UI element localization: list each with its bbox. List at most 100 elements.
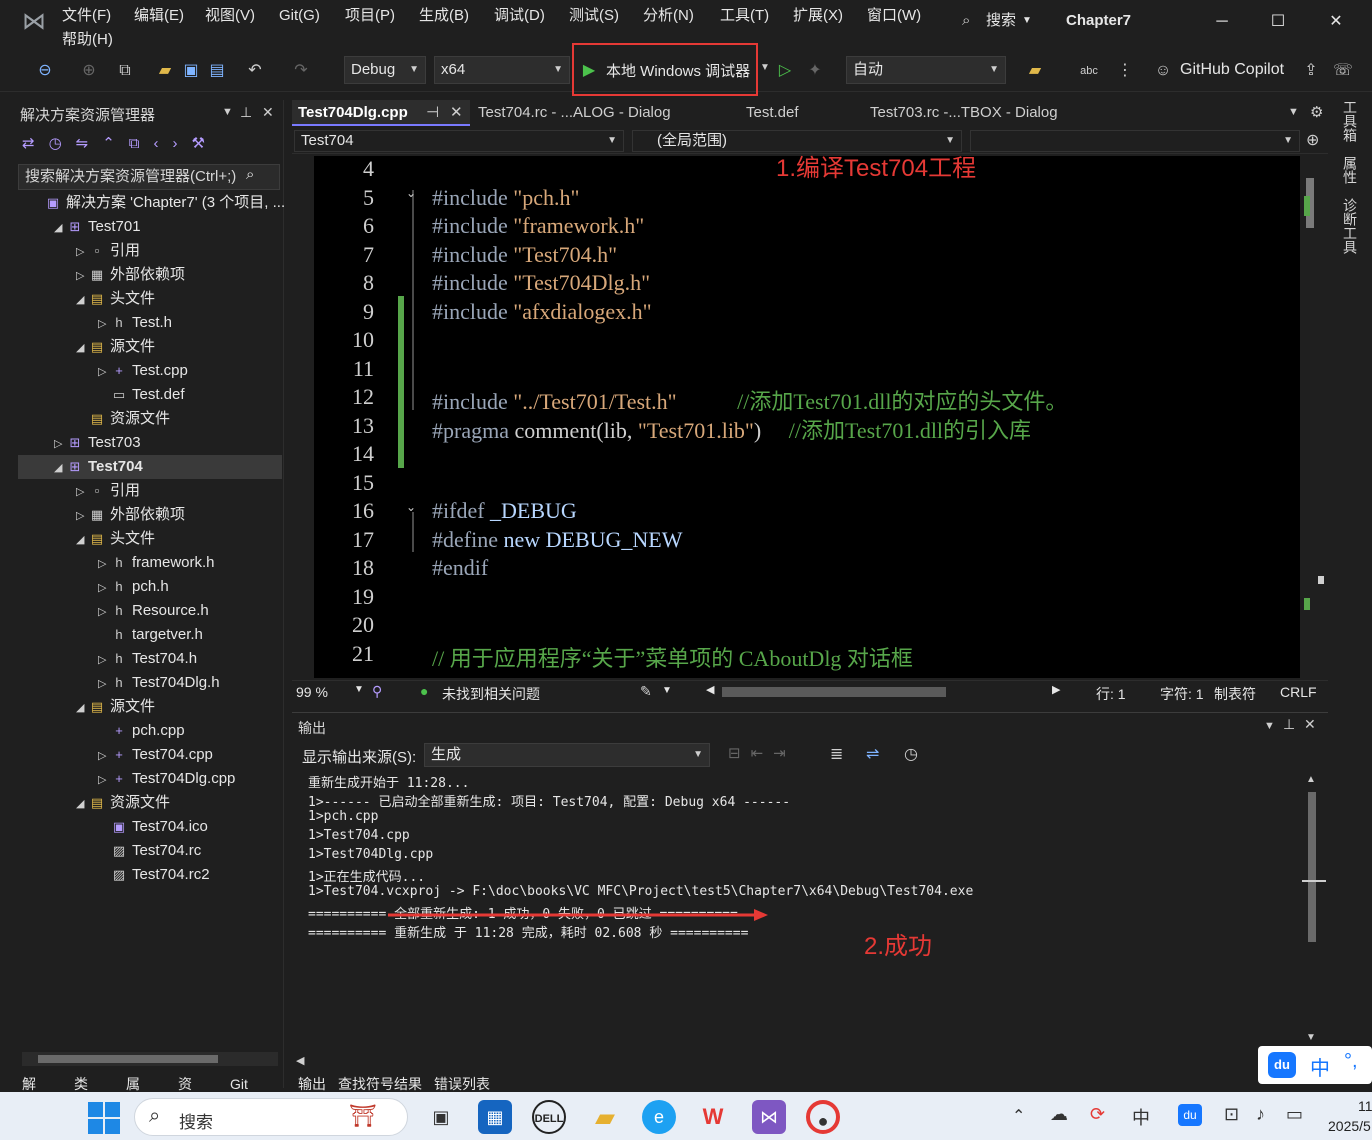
expand-toggle-icon[interactable]: ▷	[76, 504, 88, 528]
tray-baidu-icon[interactable]: du	[1178, 1104, 1202, 1126]
editor-vscrollbar[interactable]	[1300, 156, 1328, 678]
menu-edit[interactable]: 编辑(E)	[134, 6, 184, 26]
tree-item[interactable]: ▷ h Resource.h	[18, 599, 282, 623]
solution-hscrollbar[interactable]	[22, 1052, 278, 1066]
output-close-icon[interactable]: ✕	[1304, 716, 1316, 733]
menu-help[interactable]: 帮助(H)	[62, 30, 113, 50]
menu-test[interactable]: 测试(S)	[569, 6, 619, 26]
tree-item[interactable]: ▣ 解决方案 'Chapter7' (3 个项目, ...	[18, 191, 285, 215]
tree-item[interactable]: ▨ Test704.rc	[18, 839, 282, 863]
menu-build[interactable]: 生成(B)	[419, 6, 469, 26]
tray-cloud-icon[interactable]: ☁	[1050, 1104, 1068, 1125]
menu-analyze[interactable]: 分析(N)	[643, 6, 694, 26]
code-line[interactable]: #endif	[432, 555, 488, 581]
tree-item[interactable]: ◢ ▤ 源文件	[18, 695, 282, 719]
new-project-icon[interactable]: ⧉	[114, 60, 136, 82]
maximize-icon[interactable]: ☐	[1258, 10, 1298, 34]
menu-project[interactable]: 项目(P)	[345, 6, 395, 26]
toolbar-overflow-icon[interactable]: ⋮	[1114, 60, 1136, 82]
code-line[interactable]: #ifdef _DEBUG	[432, 498, 577, 524]
tab-test704-rc[interactable]: Test704.rc - ...ALOG - Dialog	[472, 100, 734, 126]
project-scope-select[interactable]: Test704 ▼	[294, 130, 624, 152]
panel-close-icon[interactable]: ✕	[262, 104, 274, 121]
save-icon[interactable]: ▣	[180, 60, 202, 82]
expand-toggle-icon[interactable]: ▷	[76, 240, 88, 264]
output-dropdown-icon[interactable]: ▼	[1264, 720, 1275, 732]
redo-icon[interactable]: ↷	[290, 60, 312, 82]
expand-toggle-icon[interactable]: ▷	[98, 672, 110, 696]
expand-toggle-icon[interactable]: ▷	[98, 576, 110, 600]
output-pin-icon[interactable]: ⊥	[1283, 716, 1295, 733]
wps-icon[interactable]: W	[696, 1100, 730, 1134]
fold-toggle-icon[interactable]: ⌄	[406, 186, 416, 200]
right-side-tabs[interactable]: 工具箱属性诊断工具	[1332, 100, 1360, 280]
solution-search-icon[interactable]: ⌕	[246, 166, 254, 183]
code-line[interactable]: #include "afxdialogex.h"	[432, 299, 652, 325]
hscroll-left-icon[interactable]: ◀	[706, 683, 714, 696]
ime-punct-icon[interactable]: °,	[1344, 1050, 1358, 1073]
code-line[interactable]: #include "Test704.h"	[432, 242, 617, 268]
tray-network-icon[interactable]: ⊡	[1224, 1104, 1239, 1125]
tray-sync-icon[interactable]: ⟳	[1090, 1104, 1105, 1125]
taskbar-search[interactable]: ⌕ 搜索 ⛩	[134, 1098, 408, 1136]
browser-icon[interactable]: ●	[806, 1100, 840, 1134]
tab-test704dlg-cpp[interactable]: Test704Dlg.cpp ⊣ ✕	[292, 100, 470, 126]
expand-toggle-icon[interactable]: ▷	[98, 768, 110, 792]
dell-icon[interactable]: DELL	[532, 1100, 566, 1134]
tree-item[interactable]: ◢ ⊞ Test701	[18, 215, 282, 239]
code-line[interactable]: #define new DEBUG_NEW	[432, 527, 683, 553]
tabs-dropdown-icon[interactable]: ▼	[1288, 106, 1299, 118]
tab-test703-rc[interactable]: Test703.rc -...TBOX - Dialog	[864, 100, 1124, 126]
cleanup-dropdown-icon[interactable]: ▼	[662, 685, 672, 696]
member-select[interactable]: ▼	[970, 130, 1300, 152]
tree-item[interactable]: ▷ ⊞ Test703	[18, 431, 282, 455]
tree-item[interactable]: ▷ ▫ 引用	[18, 479, 282, 503]
code-line[interactable]: #include "framework.h"	[432, 213, 644, 239]
tab-test-def[interactable]: Test.def	[740, 100, 858, 126]
tree-item[interactable]: ◢ ⊞ Test704	[18, 455, 282, 479]
menu-extensions[interactable]: 扩展(X)	[793, 6, 843, 26]
expand-toggle-icon[interactable]: ◢	[76, 528, 88, 552]
minimize-icon[interactable]: ─	[1202, 10, 1242, 34]
editor-hscroll-thumb[interactable]	[722, 687, 946, 697]
tree-item[interactable]: ◢ ▤ 源文件	[18, 335, 282, 359]
clear-all-icon[interactable]: ≣	[830, 744, 843, 764]
tree-item[interactable]: ▤ 资源文件	[18, 407, 282, 431]
menu-debug[interactable]: 调试(D)	[494, 6, 545, 26]
expand-toggle-icon[interactable]: ◢	[54, 216, 66, 240]
tree-item[interactable]: ◢ ▤ 资源文件	[18, 791, 282, 815]
expand-toggle-icon[interactable]: ◢	[76, 792, 88, 816]
zoom-level[interactable]: 99 %	[296, 684, 328, 700]
issues-status[interactable]: 未找到相关问题	[442, 684, 540, 704]
menu-search[interactable]: 搜索	[986, 11, 1016, 31]
line-ending[interactable]: CRLF	[1280, 684, 1317, 700]
expand-toggle-icon[interactable]: ◢	[54, 456, 66, 480]
tabs-settings-icon[interactable]: ⚙	[1310, 103, 1323, 121]
tray-ime-icon[interactable]: 中	[1132, 1104, 1150, 1130]
expand-toggle-icon[interactable]: ◢	[76, 696, 88, 720]
hscroll-right-icon[interactable]: ▶	[1052, 683, 1060, 696]
auto-select[interactable]: 自动 ▼	[846, 56, 1006, 84]
start-without-debug-icon[interactable]: ▷	[774, 60, 796, 82]
edge-icon[interactable]: e	[642, 1100, 676, 1134]
hot-reload-icon[interactable]: ✦	[804, 60, 826, 82]
tree-item[interactable]: ▷ h pch.h	[18, 575, 282, 599]
ime-toolbar[interactable]: du 中 °,	[1258, 1046, 1372, 1084]
forward-icon[interactable]: ⊕	[78, 60, 100, 82]
zoom-dropdown-icon[interactable]: ▼	[354, 684, 364, 695]
expand-toggle-icon[interactable]: ▷	[98, 552, 110, 576]
file-explorer-icon[interactable]: ▰	[588, 1100, 622, 1134]
baidu-ime-icon[interactable]: du	[1268, 1052, 1296, 1078]
close-window-icon[interactable]: ✕	[1316, 10, 1356, 34]
tree-item[interactable]: ▷ + Test704.cpp	[18, 743, 282, 767]
split-editor-icon[interactable]: ⊕	[1306, 130, 1319, 150]
feedback-icon[interactable]: ☏	[1332, 60, 1354, 82]
fold-toggle-icon-2[interactable]: ⌄	[406, 500, 416, 514]
tree-item[interactable]: ▷ ▦ 外部依赖项	[18, 503, 282, 527]
tray-chevron-icon[interactable]: ⌃	[1012, 1106, 1025, 1126]
tree-item[interactable]: h targetver.h	[18, 623, 282, 647]
task-view-icon[interactable]: ▣	[424, 1100, 458, 1134]
pin-icon[interactable]: ⊥	[240, 104, 252, 121]
solution-bottom-tabs[interactable]: 解类属资 Git	[22, 1074, 284, 1092]
indent-mode[interactable]: 制表符	[1214, 684, 1256, 704]
